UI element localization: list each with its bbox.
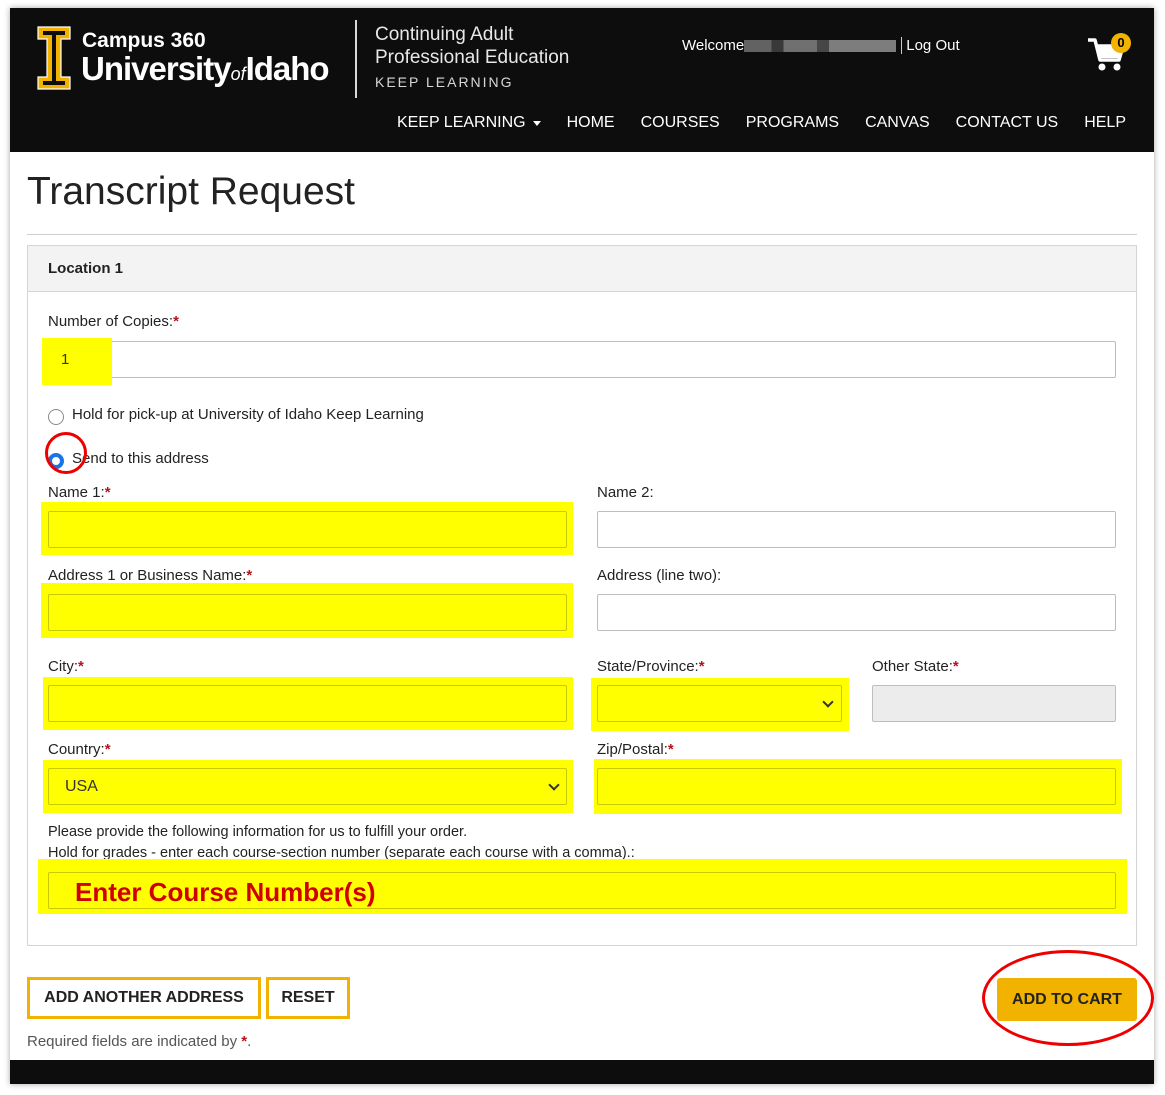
country-select[interactable] — [48, 768, 567, 805]
country-label-text: Country: — [48, 741, 105, 758]
title-divider — [27, 234, 1137, 235]
logout-link[interactable]: Log Out — [901, 37, 960, 54]
reset-button[interactable]: RESET — [266, 977, 350, 1019]
nav-programs[interactable]: PROGRAMS — [733, 114, 852, 132]
main-nav: KEEP LEARNING HOME COURSES PROGRAMS CANV… — [384, 114, 1139, 132]
name1-label-text: Name 1: — [48, 484, 105, 501]
cape-line-3: KEEP LEARNING — [375, 74, 514, 90]
state-label-text: State/Province: — [597, 658, 699, 675]
site-footer — [10, 1060, 1154, 1084]
cape-line-2: Professional Education — [375, 47, 570, 68]
required-mark: * — [667, 741, 674, 758]
logo-university-text: University — [81, 50, 232, 87]
required-mark: * — [246, 567, 253, 584]
name2-input[interactable] — [597, 511, 1116, 548]
cape-line-1: Continuing Adult — [375, 24, 514, 45]
footnote-text: Required fields are indicated by — [27, 1033, 238, 1050]
other-state-input[interactable] — [872, 685, 1116, 722]
country-value: USA — [65, 778, 98, 795]
nav-contact-us[interactable]: CONTACT US — [943, 114, 1072, 132]
radio-send-label: Send to this address — [72, 450, 209, 467]
nav-keep-learning[interactable]: KEEP LEARNING — [384, 114, 554, 132]
other-state-label-text: Other State: — [872, 658, 953, 675]
address2-label: Address (line two): — [597, 567, 722, 584]
nav-canvas[interactable]: CANVAS — [852, 114, 943, 132]
required-mark: * — [241, 1033, 248, 1050]
copies-highlight — [42, 338, 112, 385]
page-title: Transcript Request — [27, 170, 356, 213]
nav-keep-learning-label: KEEP LEARNING — [396, 114, 526, 131]
required-mark: * — [698, 658, 705, 675]
country-label: Country:* — [48, 741, 111, 758]
copies-input[interactable] — [48, 341, 1116, 378]
required-mark: * — [78, 658, 84, 675]
page-frame: Campus 360 UniversityofIdaho Continuing … — [10, 8, 1154, 1084]
address1-input[interactable] — [48, 594, 567, 631]
required-mark: * — [104, 741, 111, 758]
nav-help[interactable]: HELP — [1071, 114, 1139, 132]
add-another-address-button[interactable]: ADD ANOTHER ADDRESS — [27, 977, 261, 1019]
annotation-circle-radio — [45, 432, 87, 474]
annotation-circle-add-to-cart — [982, 950, 1154, 1046]
welcome-text: Welcome — [682, 37, 745, 54]
city-label-text: City: — [48, 658, 78, 675]
university-i-logo-icon — [37, 26, 71, 90]
required-mark: * — [104, 484, 111, 501]
required-footnote: Required fields are indicated by *. — [27, 1033, 252, 1050]
copies-label: Number of Copies:* — [48, 313, 179, 330]
panel-title: Location 1 — [28, 246, 1136, 292]
logo-idaho-text: Idaho — [245, 50, 330, 87]
nav-courses[interactable]: COURSES — [628, 114, 733, 132]
required-mark: * — [952, 658, 959, 675]
radio-pickup[interactable] — [48, 409, 64, 425]
required-mark: * — [173, 313, 179, 330]
name1-label: Name 1:* — [48, 484, 111, 501]
zip-input[interactable] — [597, 768, 1116, 805]
logo-university-of-idaho[interactable]: UniversityofIdaho — [81, 50, 330, 88]
welcome-area: Welcome Log Out — [682, 37, 960, 54]
radio-pickup-label: Hold for pick-up at University of Idaho … — [72, 406, 424, 423]
address2-input[interactable] — [597, 594, 1116, 631]
state-select[interactable] — [597, 685, 842, 722]
nav-home[interactable]: HOME — [554, 114, 628, 132]
logo-divider — [355, 20, 357, 98]
info-text: Please provide the following information… — [48, 824, 468, 840]
site-header: Campus 360 UniversityofIdaho Continuing … — [10, 8, 1154, 152]
city-label: City:* — [48, 658, 84, 675]
other-state-label: Other State:* — [872, 658, 959, 675]
course-numbers-placeholder: Enter Course Number(s) — [75, 877, 376, 907]
address1-label-text: Address 1 or Business Name: — [48, 567, 247, 584]
state-label: State/Province:* — [597, 658, 705, 675]
name2-label: Name 2: — [597, 484, 654, 501]
copies-label-text: Number of Copies: — [48, 313, 174, 330]
cart-count-badge: 0 — [1111, 33, 1131, 53]
name1-input[interactable] — [48, 511, 567, 548]
address1-label: Address 1 or Business Name:* — [48, 567, 252, 584]
chevron-down-icon — [532, 120, 541, 126]
copies-value: 1 — [61, 351, 70, 368]
zip-label: Zip/Postal:* — [597, 741, 674, 758]
blurred-username — [744, 39, 897, 52]
zip-label-text: Zip/Postal: — [597, 741, 668, 758]
logo-of-text: of — [230, 64, 246, 84]
city-input[interactable] — [48, 685, 567, 722]
